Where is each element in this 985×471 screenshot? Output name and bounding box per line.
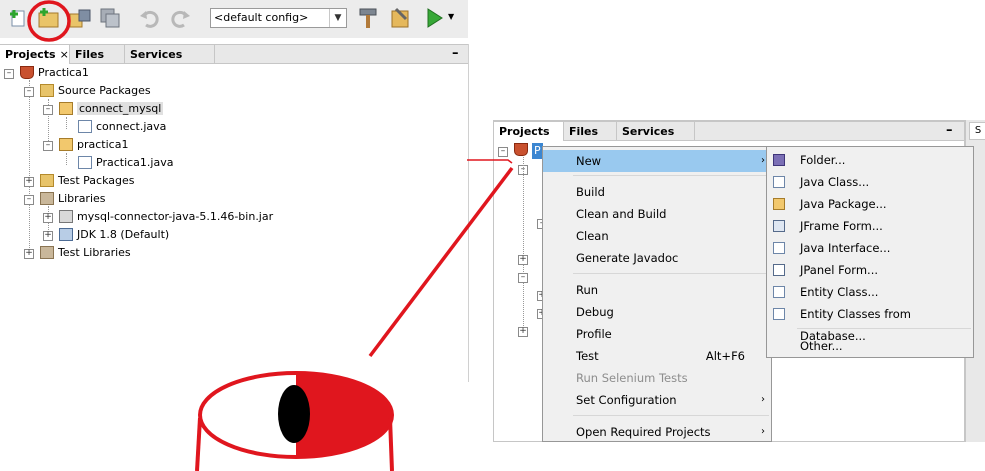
annotation-eye-fill xyxy=(296,373,392,457)
annotation-pointer-line xyxy=(467,159,513,164)
annotation-eye-pupil xyxy=(278,385,310,443)
annotation-left-stroke xyxy=(195,417,202,471)
annotation-right-stroke xyxy=(388,417,394,471)
annotation-diagonal-line xyxy=(368,166,514,358)
annotation-overlay xyxy=(195,159,514,471)
